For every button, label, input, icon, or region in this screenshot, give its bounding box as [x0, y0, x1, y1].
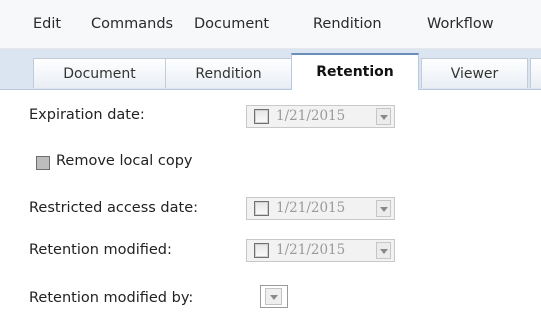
restricted-access-date-dropdown-button[interactable]	[376, 200, 391, 217]
tab-overflow[interactable]	[530, 58, 541, 88]
menu-workflow[interactable]: Workflow	[427, 0, 494, 48]
retention-modified-by-select[interactable]	[260, 285, 288, 308]
expiration-date-dropdown-button[interactable]	[376, 108, 391, 125]
tab-strip: Document Rendition Retention Viewer	[0, 49, 541, 90]
retention-modified-checkbox[interactable]	[254, 243, 269, 258]
menu-edit[interactable]: Edit	[33, 0, 61, 48]
restricted-access-date-checkbox[interactable]	[254, 201, 269, 216]
tab-rendition[interactable]: Rendition	[165, 58, 292, 88]
retention-modified-picker[interactable]: 1/21/2015	[246, 239, 395, 262]
retention-modified-label: Retention modified:	[29, 242, 172, 258]
menu-commands[interactable]: Commands	[91, 0, 173, 48]
menu-rendition[interactable]: Rendition	[313, 0, 382, 48]
menu-bar: Edit Commands Document Rendition Workflo…	[0, 0, 541, 49]
chevron-down-icon	[380, 115, 388, 120]
expiration-date-value: 1/21/2015	[276, 108, 346, 124]
menu-document[interactable]: Document	[194, 0, 269, 48]
restricted-access-date-value: 1/21/2015	[276, 200, 346, 216]
retention-modified-by-dropdown-button[interactable]	[265, 288, 282, 305]
remove-local-copy-checkbox[interactable]	[36, 156, 50, 170]
chevron-down-icon	[380, 249, 388, 254]
chevron-down-icon	[270, 295, 278, 300]
tab-viewer[interactable]: Viewer	[421, 58, 528, 88]
remove-local-copy-label: Remove local copy	[56, 153, 193, 169]
restricted-access-date-picker[interactable]: 1/21/2015	[246, 197, 395, 220]
tab-retention[interactable]: Retention	[291, 53, 419, 90]
retention-modified-value: 1/21/2015	[276, 242, 346, 258]
restricted-access-date-label: Restricted access date:	[29, 200, 199, 216]
chevron-down-icon	[380, 207, 388, 212]
expiration-date-picker[interactable]: 1/21/2015	[246, 105, 395, 128]
retention-modified-by-label: Retention modified by:	[29, 290, 194, 306]
retention-modified-dropdown-button[interactable]	[376, 242, 391, 259]
expiration-date-checkbox[interactable]	[254, 109, 269, 124]
tab-document[interactable]: Document	[33, 58, 166, 88]
expiration-date-label: Expiration date:	[29, 107, 145, 123]
